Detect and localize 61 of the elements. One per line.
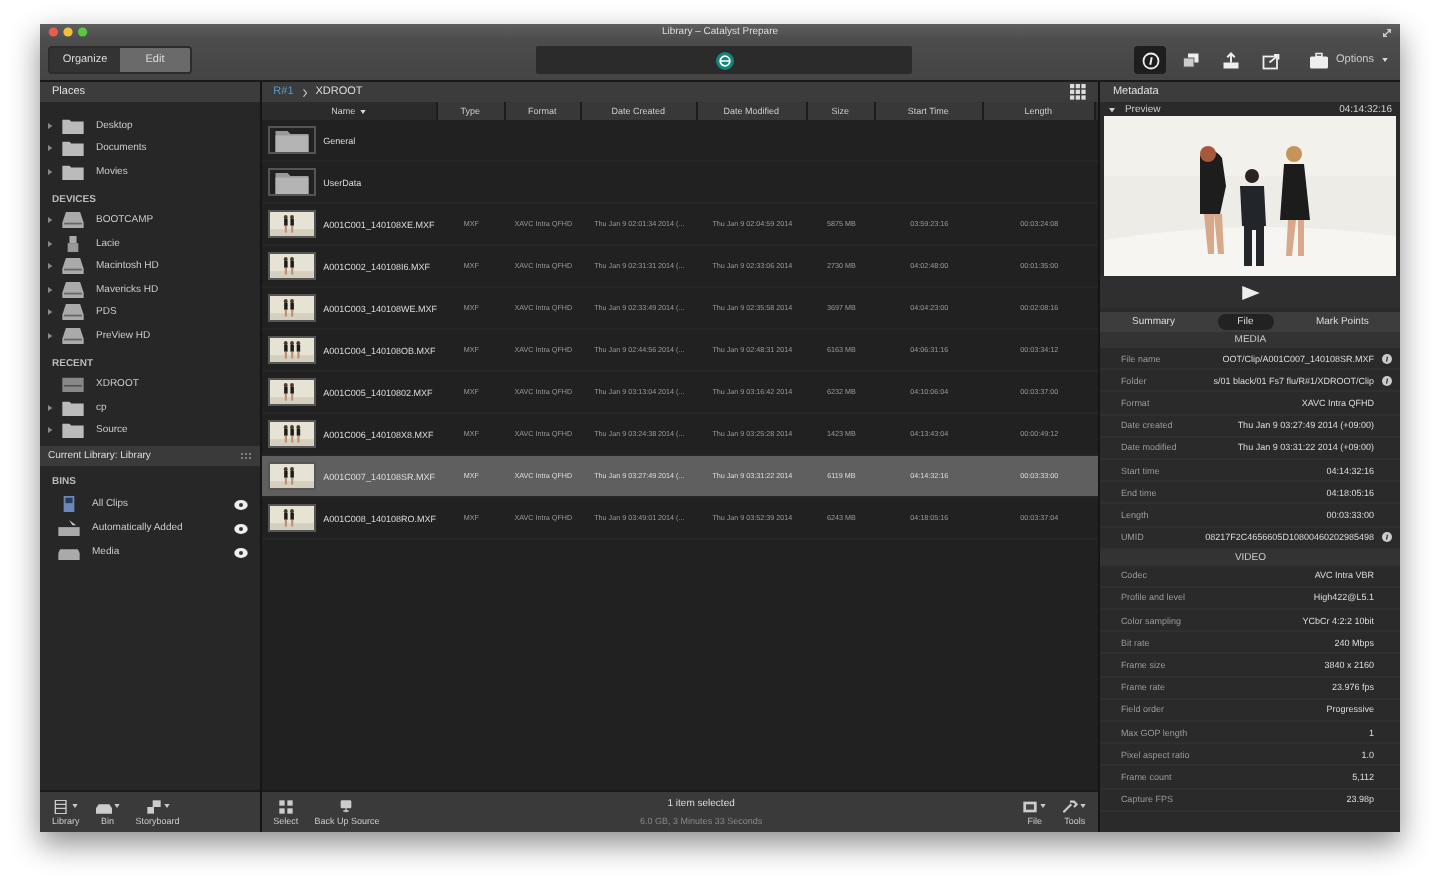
- expand-arrow-icon[interactable]: [46, 308, 54, 317]
- usb-drive-icon: [62, 235, 84, 252]
- logo-icon: [715, 51, 733, 69]
- caret-icon: [1382, 58, 1388, 62]
- clips-icon: [58, 496, 80, 512]
- copy-icon: [1181, 51, 1200, 69]
- drive-icon: [62, 327, 84, 344]
- info-button[interactable]: [1134, 46, 1167, 74]
- info-icon[interactable]: [1382, 532, 1392, 543]
- drive-icon: [62, 258, 84, 275]
- tray-icon: [58, 520, 80, 536]
- backup-icon: [338, 799, 355, 813]
- caret-icon: [163, 804, 170, 808]
- caret-icon: [71, 804, 78, 808]
- library-icon: [53, 799, 70, 813]
- share-icon: [1261, 51, 1280, 69]
- expand-arrow-icon[interactable]: [46, 216, 54, 225]
- briefcase-icon: [1310, 51, 1329, 69]
- grid-view-icon[interactable]: [1070, 84, 1087, 100]
- film-icon: [1022, 799, 1039, 813]
- expand-arrow-icon[interactable]: [46, 426, 54, 435]
- expand-arrow-icon[interactable]: [46, 239, 54, 248]
- drive-icon: [62, 281, 84, 298]
- sort-caret-icon: [359, 109, 366, 113]
- folder-icon: [62, 117, 84, 134]
- expand-arrow-icon[interactable]: [46, 285, 54, 294]
- disc-icon[interactable]: [233, 547, 248, 557]
- folder-icon: [267, 126, 316, 154]
- tray-icon: [58, 544, 80, 560]
- expand-arrow-icon[interactable]: [46, 403, 54, 412]
- window-controls-icon[interactable]: [48, 26, 88, 38]
- disc-icon[interactable]: [233, 499, 248, 509]
- collapse-arrow-icon[interactable]: [1108, 105, 1117, 113]
- folder-icon: [267, 168, 316, 196]
- info-icon[interactable]: [1382, 375, 1392, 386]
- folder-icon: [62, 163, 84, 180]
- expand-arrow-icon[interactable]: [46, 121, 54, 130]
- expand-arrow-icon[interactable]: [46, 331, 54, 340]
- drive-icon: [62, 212, 84, 229]
- expand-arrow-icon[interactable]: [46, 167, 54, 176]
- caret-icon: [113, 804, 120, 808]
- bin-icon: [95, 799, 112, 813]
- drive-icon: [62, 304, 84, 321]
- upload-icon: [1221, 51, 1240, 69]
- info-icon[interactable]: [1382, 353, 1392, 364]
- caret-icon: [1080, 804, 1087, 808]
- wrench-icon: [1062, 799, 1079, 813]
- expand-arrow-icon[interactable]: [46, 144, 54, 153]
- caret-icon: [1040, 804, 1047, 808]
- info-icon: [1141, 51, 1160, 69]
- fullscreen-icon[interactable]: [1382, 27, 1392, 37]
- folder-icon: [62, 399, 84, 416]
- expand-arrow-icon[interactable]: [46, 262, 54, 271]
- grid-icon: [277, 799, 294, 813]
- disc-icon[interactable]: [233, 523, 248, 533]
- chevron-icon: [301, 87, 308, 97]
- folder-icon: [62, 140, 84, 157]
- play-icon[interactable]: [1239, 285, 1262, 299]
- folder-icon: [62, 422, 84, 439]
- memory-card-icon: [62, 376, 84, 393]
- storyboard-icon: [145, 799, 162, 813]
